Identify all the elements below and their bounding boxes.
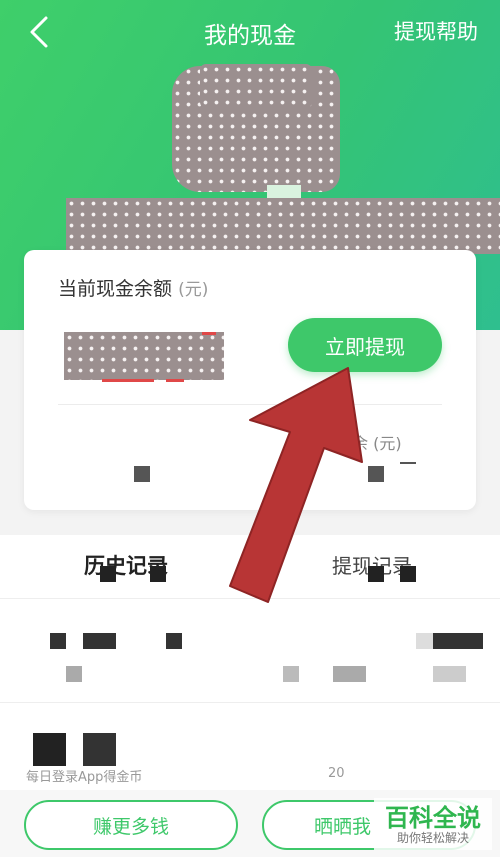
row-divider (0, 702, 500, 703)
redacted-balance-amount (64, 332, 224, 380)
redacted-block (416, 633, 433, 649)
redacted-block (66, 666, 82, 682)
nav-bar: 我的现金 提现帮助 (0, 0, 500, 64)
watermark: 百科全说 助你轻松解决 (374, 798, 492, 850)
redacted-block (368, 566, 384, 582)
redacted-banner (66, 198, 500, 254)
watermark-subtitle: 助你轻松解决 (396, 831, 469, 845)
redacted-value (368, 466, 384, 482)
row-divider (0, 598, 500, 599)
redacted-block (400, 566, 416, 582)
logo-fragment (267, 185, 301, 199)
redacted-block (33, 733, 66, 766)
redacted-block (283, 666, 299, 682)
redacted-value (400, 462, 416, 464)
redacted-logo-top (200, 64, 312, 108)
redacted-block (150, 566, 166, 582)
card-divider (58, 404, 442, 405)
balance-label-text: 当前现金余额 (58, 278, 173, 300)
redacted-block (166, 633, 182, 649)
redacted-block (83, 733, 116, 766)
redacted-block (100, 566, 116, 582)
redacted-block (433, 633, 483, 649)
record-value: 20 (328, 766, 345, 781)
balance-card: 当前现金余额 (元) 立即提现 余 (元) (24, 250, 476, 510)
redacted-value (134, 466, 150, 482)
redaction-mark (202, 332, 216, 335)
balance-unit: (元) (178, 280, 209, 300)
secondary-balance-label: 余 (元) (352, 434, 402, 453)
watermark-title: 百科全说 (385, 804, 481, 832)
redacted-block (433, 666, 466, 682)
record-description: 每日登录App得金币 (26, 770, 143, 785)
redacted-block (333, 666, 366, 682)
earn-more-button[interactable]: 赚更多钱 (24, 800, 238, 850)
redaction-mark (166, 379, 184, 382)
withdraw-help-link[interactable]: 提现帮助 (394, 16, 478, 46)
balance-label: 当前现金余额 (元) (58, 274, 208, 301)
redaction-mark (102, 379, 154, 382)
redacted-block (83, 633, 116, 649)
withdraw-now-button[interactable]: 立即提现 (288, 318, 442, 372)
records-section (0, 535, 500, 790)
redacted-block (50, 633, 66, 649)
